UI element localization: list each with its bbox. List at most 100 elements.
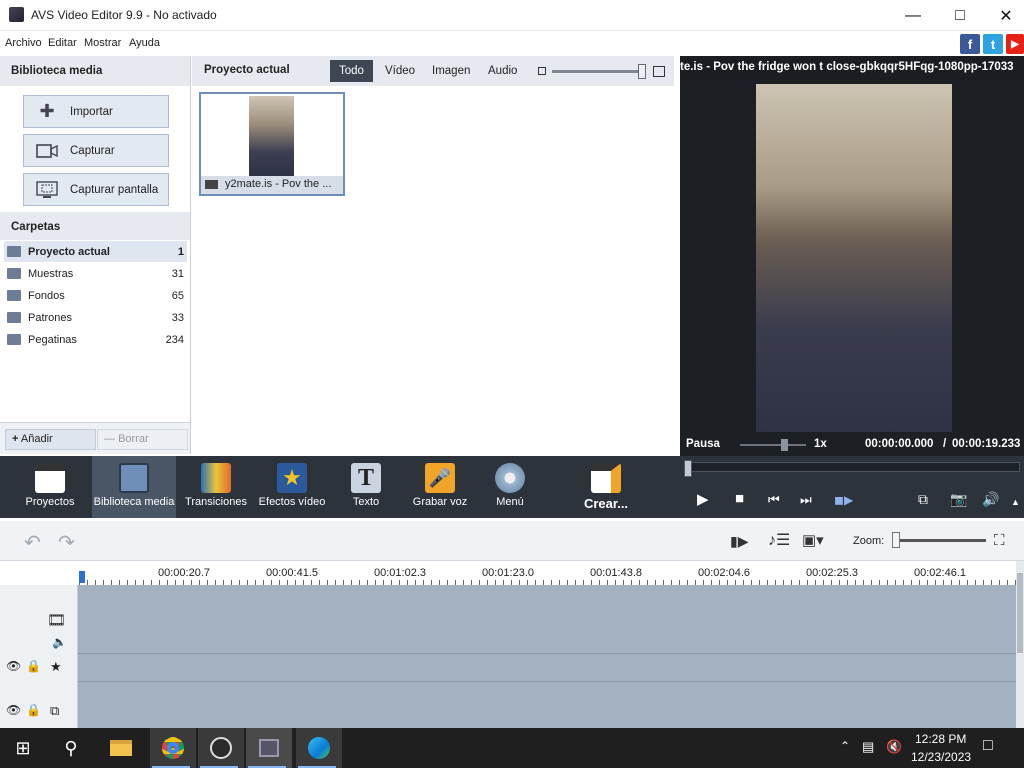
redo-icon[interactable]: ↷ <box>58 530 75 555</box>
folder-item-samples[interactable]: Muestras 31 <box>4 263 187 284</box>
next-frame-button[interactable]: ⏭ <box>800 492 812 508</box>
folder-item-current-project[interactable]: Proyecto actual 1 <box>4 241 187 262</box>
volume-chevron-icon[interactable]: ▲ <box>1011 497 1020 507</box>
projects-button[interactable]: Proyectos <box>10 456 90 518</box>
lock-icon[interactable]: 🔒 <box>26 659 41 673</box>
clock-date[interactable]: 12/23/2023 <box>911 750 971 764</box>
screen-capture-icon <box>24 180 70 199</box>
thumbnail-slider-handle[interactable] <box>638 64 646 79</box>
fit-timeline-icon[interactable]: ⛶ <box>994 532 1005 549</box>
capture-screen-button[interactable]: Capturar pantalla <box>23 173 169 206</box>
import-button[interactable]: ✚ Importar <box>23 95 169 128</box>
tab-video[interactable]: Vídeo <box>376 60 424 82</box>
playhead-marker[interactable] <box>79 571 85 583</box>
zoom-label: Zoom: <box>853 535 885 547</box>
zoom-slider-handle[interactable] <box>892 532 900 548</box>
folders-header: Carpetas <box>0 212 190 240</box>
folder-item-backgrounds[interactable]: Fondos 65 <box>4 285 187 306</box>
capture-button[interactable]: Capturar <box>23 134 169 167</box>
preview-status-bar: Pausa 1x 00:00:00.000 / 00:00:19.233 <box>680 434 1024 456</box>
tab-image[interactable]: Imagen <box>423 60 479 82</box>
tab-audio[interactable]: Audio <box>479 60 526 82</box>
timeline-scrollbar[interactable] <box>1016 561 1024 730</box>
audio-mixer-icon[interactable]: ♪☰ <box>768 530 790 550</box>
disc-icon <box>495 463 525 493</box>
eye-icon[interactable]: 👁 <box>6 659 21 673</box>
ruler-tick-label: 00:00:20.7 <box>158 567 210 579</box>
tab-all[interactable]: Todo <box>330 60 373 82</box>
app-icon <box>9 7 24 22</box>
zoom-slider[interactable] <box>896 539 986 542</box>
add-folder-button[interactable]: + Añadir <box>5 429 96 450</box>
media-item[interactable]: y2mate.is - Pov the ... <box>199 92 345 196</box>
ruler-tick-label: 00:01:02.3 <box>374 567 426 579</box>
thumbnail-size-slider[interactable] <box>552 70 646 73</box>
delete-folder-button[interactable]: — Borrar <box>97 429 188 450</box>
split-icon[interactable]: ◼▶ <box>834 493 853 507</box>
text-button[interactable]: T Texto <box>326 456 406 518</box>
chrome-icon[interactable] <box>150 728 196 768</box>
menu-disc-button[interactable]: Menú <box>470 456 550 518</box>
clock-time[interactable]: 12:28 PM <box>915 732 966 746</box>
seek-bar[interactable] <box>684 462 1020 472</box>
snapshot-icon[interactable]: 📷 <box>950 491 967 508</box>
menu-mostrar[interactable]: Mostrar <box>84 37 121 49</box>
transitions-button[interactable]: Transiciones <box>176 456 256 518</box>
small-thumbnail-icon[interactable] <box>538 67 546 75</box>
create-button[interactable]: Crear... <box>566 456 646 518</box>
create-label: Crear... <box>583 496 629 511</box>
volume-muted-icon[interactable]: 🔇 <box>886 739 902 755</box>
tray-chevron-icon[interactable]: ⌃ <box>840 739 850 753</box>
folder-count: 33 <box>171 311 184 324</box>
storyboard-icon[interactable]: ▮▶ <box>730 533 748 550</box>
speed-slider-handle[interactable] <box>781 439 788 451</box>
menu-editar[interactable]: Editar <box>48 37 77 49</box>
maximize-button[interactable]: □ <box>937 0 983 31</box>
stop-button[interactable]: ■ <box>735 490 744 507</box>
microphone-icon: 🎤 <box>425 463 455 493</box>
notifications-icon[interactable]: □ <box>983 737 993 755</box>
network-icon[interactable]: ▤ <box>862 739 874 755</box>
undo-icon[interactable]: ↶ <box>24 530 41 555</box>
total-time: 00:00:19.233 <box>952 438 1021 450</box>
menu-ayuda[interactable]: Ayuda <box>129 37 160 49</box>
media-library-panel: Biblioteca media ✚ Importar Capturar Cap… <box>0 56 191 454</box>
preview-title: te.is - Pov the fridge won t close-gbkqq… <box>680 56 1024 80</box>
video-effects-button[interactable]: ★ Efectos vídeo <box>252 456 332 518</box>
avs-video-editor-icon[interactable] <box>246 728 292 768</box>
previous-frame-button[interactable]: ⏮ <box>768 492 780 508</box>
timeline-tracks[interactable] <box>78 585 1016 730</box>
create-icon <box>591 463 621 493</box>
import-label: Importar <box>70 105 113 118</box>
delete-label: Borrar <box>118 433 149 445</box>
record-voice-button[interactable]: 🎤 Grabar voz <box>400 456 480 518</box>
obs-icon[interactable] <box>198 728 244 768</box>
volume-icon[interactable]: 🔊 <box>982 491 999 508</box>
plus-icon: ✚ <box>39 101 55 121</box>
facebook-icon[interactable]: f <box>960 34 980 54</box>
folder-item-stickers[interactable]: Pegatinas 234 <box>4 329 187 350</box>
speed-slider[interactable] <box>740 444 806 446</box>
play-button[interactable]: ▶ <box>697 490 709 508</box>
menu-archivo[interactable]: Archivo <box>5 37 42 49</box>
eye-icon[interactable]: 👁 <box>6 703 21 717</box>
folder-item-patterns[interactable]: Patrones 33 <box>4 307 187 328</box>
file-explorer-icon[interactable] <box>98 728 144 768</box>
close-button[interactable]: ✕ <box>983 0 1024 31</box>
seek-handle[interactable] <box>684 460 692 477</box>
edge-icon[interactable] <box>296 728 342 768</box>
scrollbar-thumb[interactable] <box>1017 573 1023 653</box>
minimize-button[interactable]: — <box>890 0 936 31</box>
ruler-tick-label: 00:00:41.5 <box>266 567 318 579</box>
youtube-icon[interactable]: ▶ <box>1006 34 1024 54</box>
search-icon[interactable]: ⚲ <box>48 728 94 768</box>
aspect-ratio-icon[interactable]: ▣▾ <box>802 531 824 549</box>
lock-icon[interactable]: 🔒 <box>26 703 41 717</box>
media-library-header: Biblioteca media <box>0 56 190 86</box>
detach-preview-icon[interactable]: ⧉ <box>918 491 928 508</box>
large-thumbnail-icon[interactable] <box>653 66 665 77</box>
ruler-tick-label: 00:01:43.8 <box>590 567 642 579</box>
media-library-button[interactable]: Biblioteca media <box>92 456 176 518</box>
start-button[interactable]: ⊞ <box>0 728 46 768</box>
twitter-icon[interactable]: t <box>983 34 1003 54</box>
